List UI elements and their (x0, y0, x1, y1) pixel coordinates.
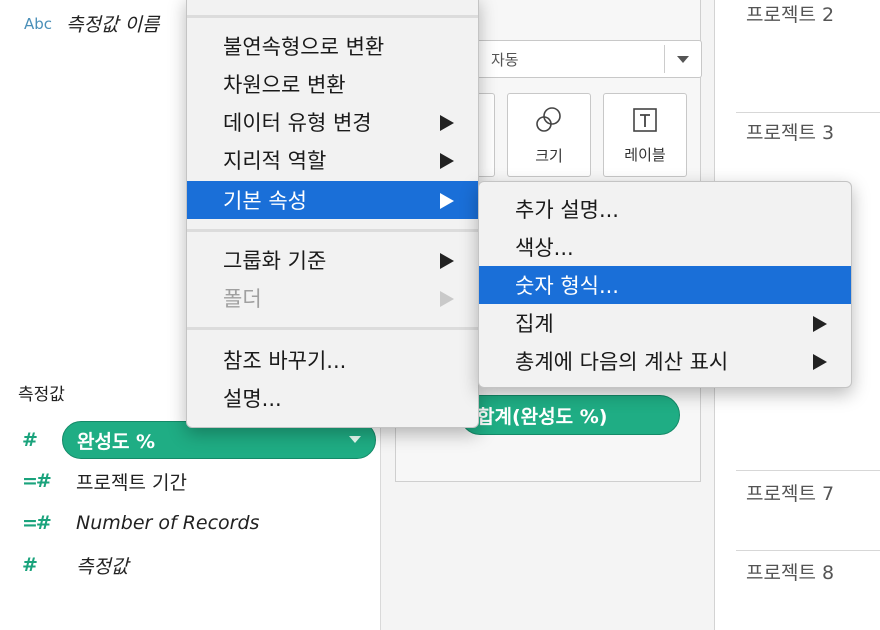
menu-item-label: 데이터 유형 변경 (223, 111, 372, 135)
chevron-down-icon (677, 56, 689, 63)
submenu-arrow-icon (440, 153, 454, 169)
dropdown-divider (664, 45, 665, 73)
row-header-project[interactable]: 프로젝트 3 (746, 118, 834, 145)
measure-field-number-of-records[interactable]: =# Number of Records (22, 505, 259, 541)
submenu-arrow-icon (440, 253, 454, 269)
dimension-field-label: 측정값 이름 (66, 14, 160, 36)
measure-field-label: 프로젝트 기간 (76, 471, 187, 494)
menu-item-label: 설명... (223, 387, 282, 411)
menu-item-label: 집계 (515, 312, 554, 336)
submenu-item-number-format[interactable]: 숫자 형식... (479, 266, 851, 304)
measure-field-label: 측정값 (76, 555, 129, 578)
number-type-icon: # (22, 429, 38, 451)
label-mark-label: 레이블 (624, 145, 666, 164)
menu-item-group-by[interactable]: 그룹화 기준 (187, 241, 478, 279)
text-label-icon (633, 107, 657, 132)
submenu-arrow-icon (813, 316, 827, 332)
menu-item-label: 참조 바꾸기... (223, 349, 347, 373)
menu-item-label: 지리적 역할 (223, 149, 327, 173)
row-divider (736, 112, 880, 113)
size-mark-button[interactable]: 크기 (507, 93, 591, 177)
size-mark-label: 크기 (535, 146, 563, 165)
measure-field-project-duration[interactable]: =# 프로젝트 기간 (22, 463, 187, 499)
menu-item-describe[interactable]: 설명... (187, 379, 478, 417)
submenu-arrow-icon (440, 193, 454, 209)
measure-field-measure-values[interactable]: # 측정값 (22, 547, 128, 583)
menu-item-label: 기본 속성 (223, 189, 307, 213)
submenu-arrow-icon (440, 115, 454, 131)
measure-field-completion[interactable]: # (22, 422, 62, 458)
menu-item-convert-discrete[interactable]: 불연속형으로 변환 (187, 27, 478, 65)
submenu-arrow-icon (813, 354, 827, 370)
chevron-down-icon[interactable] (349, 436, 361, 443)
submenu-arrow-icon (440, 291, 454, 307)
menu-item-label: 폴더 (223, 287, 262, 311)
menu-item-replace-references[interactable]: 참조 바꾸기... (187, 341, 478, 379)
menu-item-change-data-type[interactable]: 데이터 유형 변경 (187, 103, 478, 141)
measure-pill-label: 완성도 % (77, 430, 156, 453)
mark-type-dropdown[interactable]: 자동 (476, 40, 702, 78)
row-divider (736, 550, 880, 551)
mark-type-value: 자동 (491, 50, 519, 69)
menu-item-label: 차원으로 변환 (223, 73, 346, 97)
submenu-item-comment[interactable]: 추가 설명... (479, 190, 851, 228)
number-type-icon: # (22, 554, 38, 576)
submenu-item-aggregation[interactable]: 집계 (479, 304, 851, 342)
row-header-project[interactable]: 프로젝트 8 (746, 558, 834, 585)
size-icon (536, 106, 561, 132)
menu-item-label: 불연속형으로 변환 (223, 35, 385, 59)
submenu-item-total-using[interactable]: 총계에 다음의 계산 표시 (479, 342, 851, 380)
row-divider (736, 470, 880, 471)
menu-separator (187, 15, 478, 18)
menu-item-default-properties[interactable]: 기본 속성 (187, 181, 478, 219)
sum-completion-pill[interactable]: 합계(완성도 %) (460, 395, 680, 435)
menu-separator (187, 229, 478, 232)
label-mark-button[interactable]: 레이블 (603, 93, 687, 177)
string-type-icon: Abc (24, 14, 53, 33)
menu-item-label: 숫자 형식... (515, 274, 619, 298)
menu-item-convert-dimension[interactable]: 차원으로 변환 (187, 65, 478, 103)
menu-item-label: 그룹화 기준 (223, 249, 327, 273)
sum-pill-label: 합계(완성도 %) (477, 405, 608, 428)
menu-separator (187, 327, 478, 330)
row-header-project[interactable]: 프로젝트 7 (746, 479, 834, 506)
menu-item-folder: 폴더 (187, 279, 478, 317)
menu-item-geographic-role[interactable]: 지리적 역할 (187, 141, 478, 179)
measure-field-label: Number of Records (76, 512, 260, 534)
row-header-project[interactable]: 프로젝트 2 (746, 0, 834, 27)
menu-item-label: 총계에 다음의 계산 표시 (515, 350, 729, 374)
dimension-field-measure-names[interactable]: Abc 측정값 이름 (24, 10, 159, 37)
measures-section-header: 측정값 (18, 385, 65, 405)
field-context-menu: 불연속형으로 변환 차원으로 변환 데이터 유형 변경 지리적 역할 기본 속성… (186, 0, 479, 428)
calculated-number-icon: =# (22, 470, 52, 492)
submenu-item-color[interactable]: 색상... (479, 228, 851, 266)
default-properties-submenu: 추가 설명... 색상... 숫자 형식... 집계 총계에 다음의 계산 표시 (478, 181, 852, 388)
menu-item-label: 색상... (515, 236, 574, 260)
calculated-number-icon: =# (22, 512, 52, 534)
menu-item-label: 추가 설명... (515, 198, 619, 222)
